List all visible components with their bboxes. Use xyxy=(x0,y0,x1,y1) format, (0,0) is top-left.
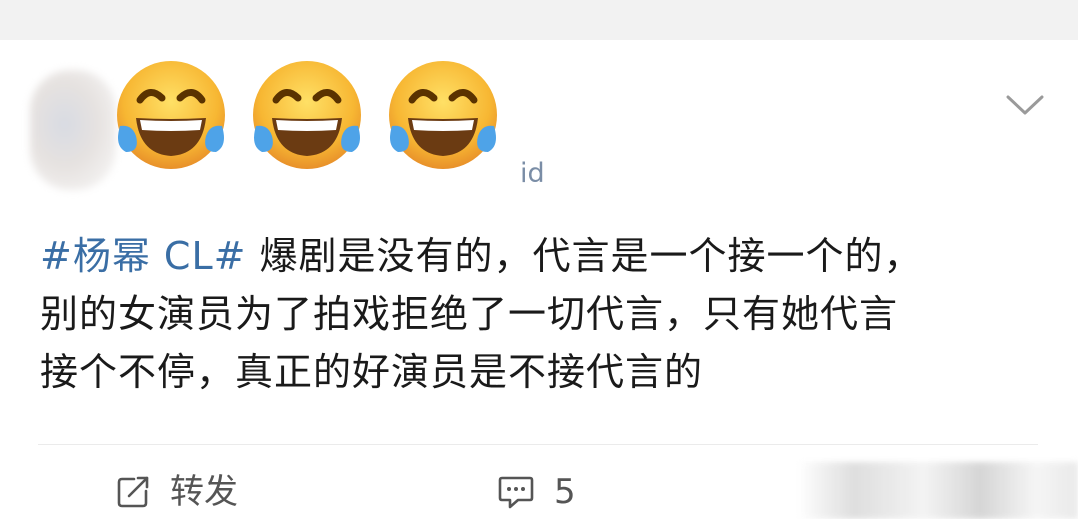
post-line-2: 别的女演员为了拍戏拒绝了一切代言，只有她代言 xyxy=(40,292,899,336)
post-text-segment: 爆剧是没有的，代言是一个接一个的， xyxy=(246,234,923,278)
top-separator-band xyxy=(0,0,1078,40)
repost-icon xyxy=(117,476,149,508)
avatar[interactable] xyxy=(30,70,116,190)
tears-of-joy-emoji-icon xyxy=(389,61,497,169)
comment-count: 5 xyxy=(554,472,576,512)
divider xyxy=(38,444,1038,445)
post-line-1: #杨幂 CL# 爆剧是没有的，代言是一个接一个的， xyxy=(40,227,1050,285)
repost-button[interactable]: 转发 xyxy=(114,468,238,516)
like-button-blurred[interactable] xyxy=(798,462,1078,519)
tears-of-joy-emoji-icon xyxy=(253,61,361,169)
post-line-3: 接个不停，真正的好演员是不接代言的 xyxy=(40,350,704,394)
repost-label: 转发 xyxy=(170,472,238,512)
weibo-post-screenshot: id #杨幂 CL# 爆剧是没有的，代言是一个接一个的， 别的女演员为了拍戏拒绝… xyxy=(0,0,1078,519)
comment-icon xyxy=(498,476,534,509)
author-id-suffix[interactable]: id xyxy=(520,160,545,187)
chevron-down-icon[interactable] xyxy=(1004,92,1046,118)
post-body: #杨幂 CL# 爆剧是没有的，代言是一个接一个的， 别的女演员为了拍戏拒绝了一切… xyxy=(40,227,1050,401)
hashtag-link[interactable]: #杨幂 CL# xyxy=(40,234,246,278)
comment-button[interactable]: 5 xyxy=(496,468,576,516)
tears-of-joy-emoji-icon xyxy=(117,61,225,169)
